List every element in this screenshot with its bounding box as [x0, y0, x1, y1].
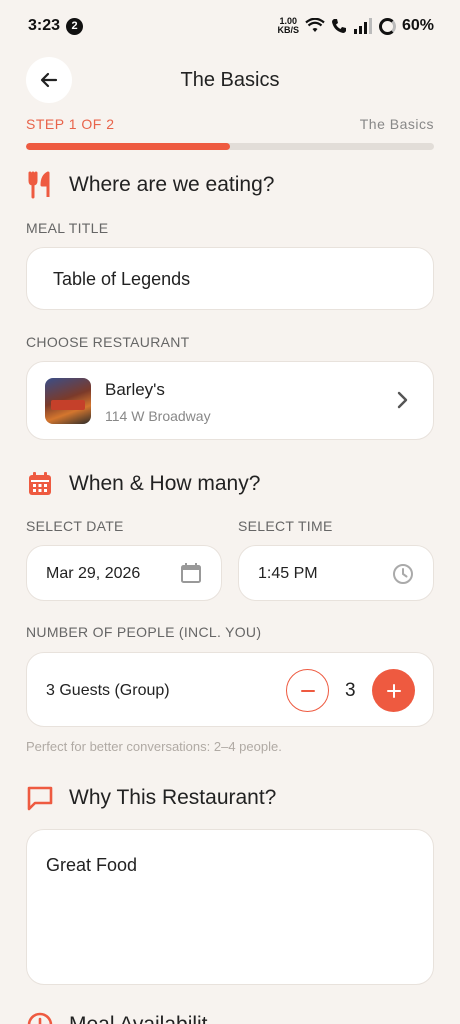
chevron-right-icon — [397, 391, 408, 409]
network-speed: 1.00 KB/S — [277, 17, 299, 35]
date-picker[interactable]: Mar 29, 2026 — [26, 545, 222, 601]
people-label: NUMBER OF PEOPLE (INCL. YOU) — [26, 624, 262, 640]
progress-bar — [26, 143, 434, 150]
reason-textarea[interactable]: Great Food — [26, 829, 434, 985]
arrow-left-icon — [40, 72, 58, 88]
section-why-header: Why This Restaurant? — [26, 784, 276, 812]
signal-icon — [353, 18, 372, 34]
section-why-title: Why This Restaurant? — [69, 786, 277, 809]
status-time: 3:23 — [28, 17, 61, 34]
meal-title-input[interactable]: Table of Legends — [26, 247, 434, 310]
network-speed-unit: KB/S — [277, 25, 299, 35]
restaurant-picker[interactable]: Barley's 114 W Broadway — [26, 361, 434, 440]
restaurant-thumbnail — [45, 378, 91, 424]
date-value: Mar 29, 2026 — [46, 565, 141, 582]
time-label: SELECT TIME — [238, 518, 333, 534]
time-value: 1:45 PM — [258, 565, 318, 582]
people-stepper: 3 Guests (Group) 3 — [26, 652, 434, 727]
top-bar: The Basics — [26, 57, 434, 105]
step-indicator: STEP 1 OF 2 The Basics — [26, 116, 434, 132]
reason-value: Great Food — [46, 855, 138, 875]
chat-bubble-icon — [26, 784, 54, 812]
status-bar: 3:23 2 1.00 KB/S 60% — [0, 0, 460, 52]
status-left: 3:23 2 — [28, 17, 84, 35]
plus-icon — [386, 683, 401, 698]
restaurant-name: Barley's — [105, 380, 165, 399]
decrement-button[interactable] — [286, 669, 329, 712]
section-availability-header: Meal Availabilit — [26, 1011, 208, 1024]
restaurant-label: CHOOSE RESTAURANT — [26, 334, 190, 350]
call-icon — [331, 19, 346, 33]
time-picker[interactable]: 1:45 PM — [238, 545, 434, 601]
step-name: The Basics — [359, 116, 434, 132]
calendar-icon — [26, 470, 54, 498]
clock-icon — [26, 1011, 54, 1024]
section-when-header: When & How many? — [26, 470, 260, 498]
people-summary: 3 Guests (Group) — [46, 682, 170, 699]
back-button[interactable] — [26, 57, 72, 103]
clock-icon — [393, 564, 413, 584]
utensils-icon — [26, 171, 54, 199]
notification-badge: 2 — [66, 17, 84, 35]
battery-icon — [378, 17, 396, 35]
minus-icon — [300, 689, 315, 692]
increment-button[interactable] — [372, 669, 415, 712]
section-when-title: When & How many? — [69, 472, 261, 495]
meal-title-value: Table of Legends — [53, 269, 191, 289]
section-eating-header: Where are we eating? — [26, 171, 274, 199]
people-hint: Perfect for better conversations: 2–4 pe… — [26, 739, 282, 754]
restaurant-address: 114 W Broadway — [105, 408, 211, 424]
people-count: 3 — [345, 680, 356, 701]
page-title: The Basics — [180, 69, 280, 91]
progress-bar-fill — [26, 143, 230, 150]
battery-percent: 60% — [401, 17, 434, 34]
calendar-outline-icon — [181, 563, 201, 583]
status-right: 1.00 KB/S 60% — [277, 17, 434, 35]
section-availability-title: Meal Availabilit — [69, 1013, 208, 1024]
step-label: STEP 1 OF 2 — [26, 116, 115, 132]
meal-title-label: MEAL TITLE — [26, 220, 109, 236]
section-eating-title: Where are we eating? — [69, 173, 275, 196]
wifi-icon — [305, 18, 325, 32]
date-label: SELECT DATE — [26, 518, 124, 534]
